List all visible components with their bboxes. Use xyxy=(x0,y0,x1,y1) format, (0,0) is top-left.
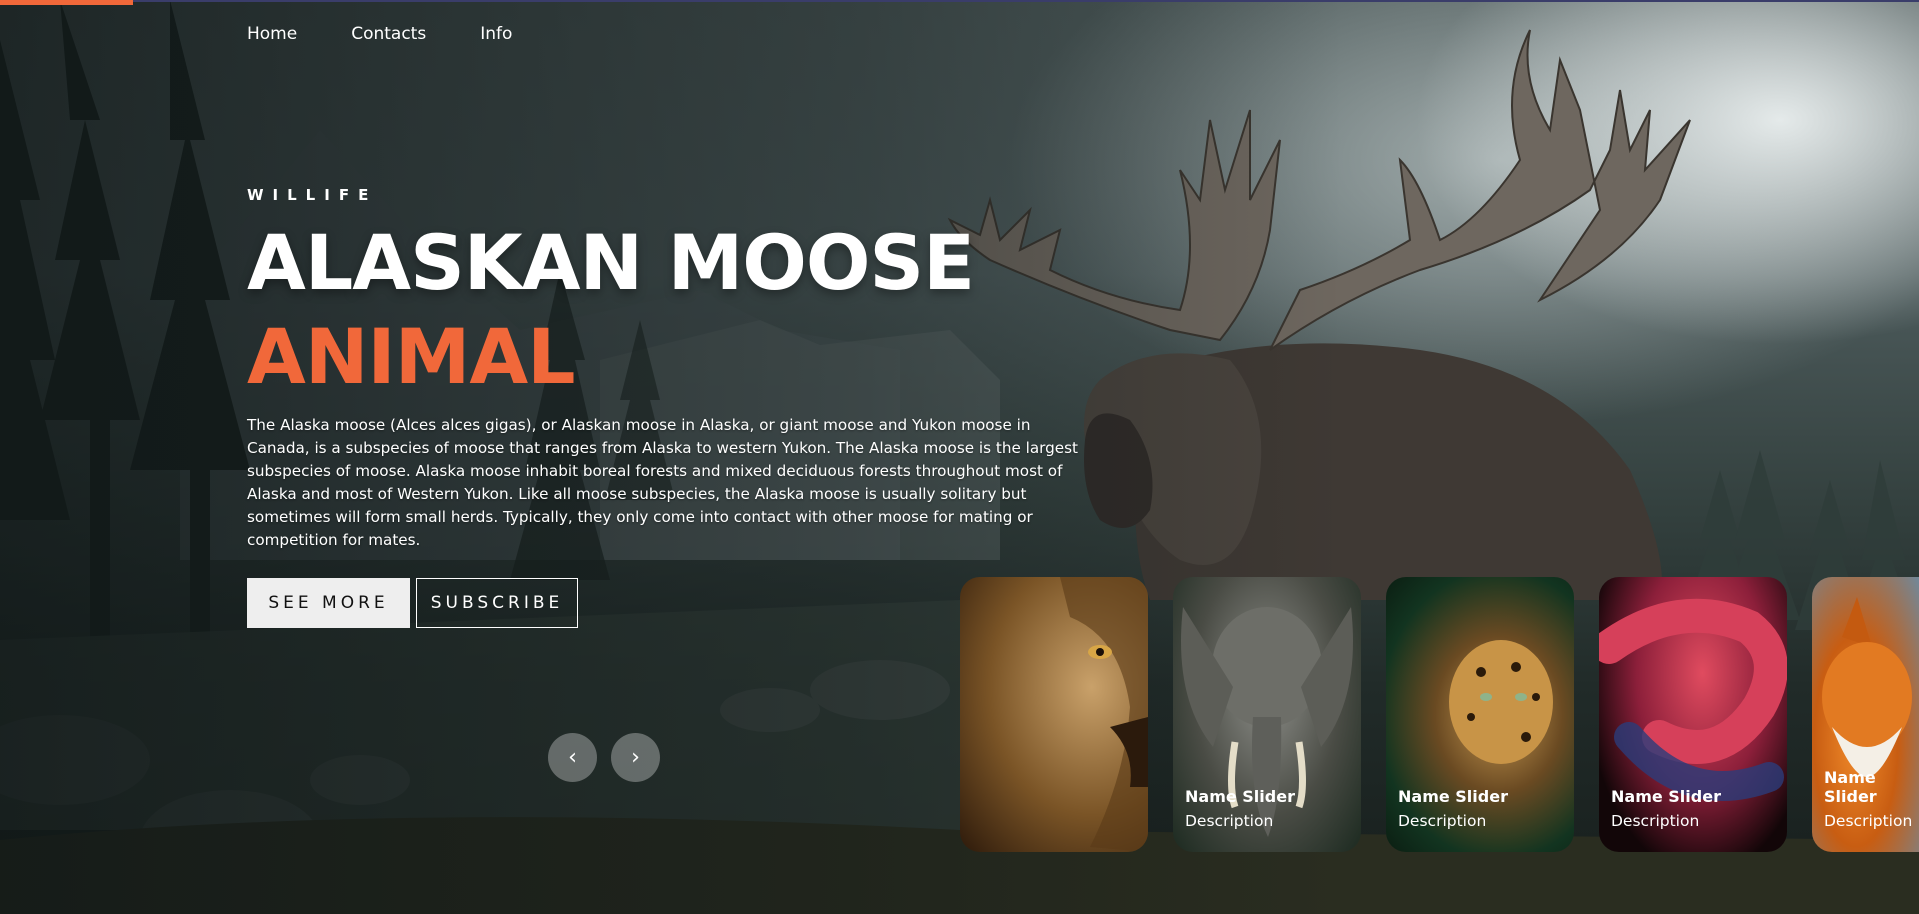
thumbnail-description: Description xyxy=(1824,812,1913,830)
lion-image xyxy=(1060,577,1148,852)
elephant-image xyxy=(1181,607,1353,837)
slide-topic: ANIMAL xyxy=(247,312,576,401)
thumbnail-snake[interactable]: Name Slider Description xyxy=(1599,577,1787,852)
thumbnail-name: Name Slider xyxy=(1398,787,1508,806)
thumbnail-description: Description xyxy=(1611,812,1700,830)
thumbnail-leopard[interactable]: Name Slider Description xyxy=(1386,577,1574,852)
thumbnail-elephant[interactable]: Name Slider Description xyxy=(1173,577,1361,852)
thumbnail-name: Name Slider xyxy=(1824,768,1877,806)
chevron-right-icon: › xyxy=(631,745,640,770)
thumbnail-list: Name Slider Description Name Slider Desc… xyxy=(960,577,1919,852)
thumbnail-description: Description xyxy=(1398,812,1487,830)
main-nav: Home Contacts Info xyxy=(247,24,512,44)
thumbnail-name: Name Slider xyxy=(1611,787,1721,806)
nav-info[interactable]: Info xyxy=(480,24,512,44)
thumbnail-lion[interactable] xyxy=(960,577,1148,852)
slide-title: ALASKAN MOOSE xyxy=(247,218,975,307)
slide-content: WILLIFE ALASKAN MOOSE ANIMAL The Alaska … xyxy=(247,186,1107,628)
thumbnail-fox[interactable]: Name Slider Description xyxy=(1812,577,1919,852)
subscribe-button[interactable]: SUBSCRIBE xyxy=(416,578,578,628)
nav-home[interactable]: Home xyxy=(247,24,297,44)
thumbnail-name: Name Slider xyxy=(1185,787,1295,806)
top-border xyxy=(0,0,1919,2)
snake-image xyxy=(1599,598,1787,801)
leopard-image xyxy=(1449,640,1553,764)
chevron-left-icon: ‹ xyxy=(568,745,577,770)
slide-description: The Alaska moose (Alces alces gigas), or… xyxy=(247,416,1078,549)
slide-progress-bar xyxy=(0,0,133,5)
thumbnail-description: Description xyxy=(1185,812,1274,830)
fox-image xyxy=(1822,597,1912,777)
see-more-button[interactable]: SEE MORE xyxy=(247,578,410,628)
nav-contacts[interactable]: Contacts xyxy=(351,24,426,44)
slider-arrows: ‹ › xyxy=(548,733,660,782)
slide-author: WILLIFE xyxy=(247,186,378,204)
prev-button[interactable]: ‹ xyxy=(548,733,597,782)
next-button[interactable]: › xyxy=(611,733,660,782)
